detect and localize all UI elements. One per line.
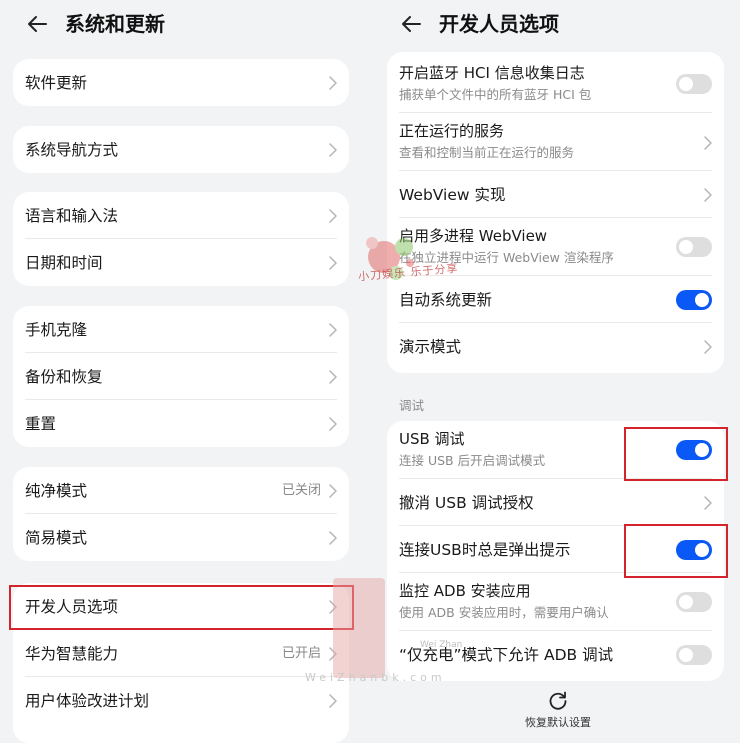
chevron-right-icon [329, 484, 337, 498]
settings-group-1: 软件更新 [13, 59, 349, 106]
developer-options-card: 开启蓝牙 HCI 信息收集日志 捕获单个文件中的所有蓝牙 HCI 包 正在运行的… [387, 52, 724, 373]
list-item-label: 备份和恢复 [25, 368, 103, 386]
settings-group-5: 纯净模式 已关闭 简易模式 [13, 467, 349, 561]
list-item-phone-clone[interactable]: 手机克隆 [13, 306, 349, 353]
list-item-navigation[interactable]: 系统导航方式 [13, 126, 349, 173]
multiprocess-webview-toggle[interactable] [676, 237, 712, 257]
status-value: 已开启 [281, 646, 321, 661]
list-item-label: 简易模式 [25, 529, 88, 547]
back-arrow-icon[interactable] [399, 12, 423, 36]
list-item-demo-mode[interactable]: 演示模式 [387, 323, 724, 370]
list-item-date-time[interactable]: 日期和时间 [13, 239, 349, 286]
settings-group-3: 语言和输入法 日期和时间 [13, 192, 349, 286]
toggle-knob [679, 77, 693, 91]
toggle-knob [679, 595, 693, 609]
list-item-label: 演示模式 [399, 338, 462, 356]
page-title: 系统和更新 [65, 12, 165, 36]
bt-hci-log-toggle[interactable] [676, 74, 712, 94]
list-item-label: 开启蓝牙 HCI 信息收集日志 [399, 64, 585, 82]
chevron-right-icon [704, 340, 712, 354]
list-item-bt-hci-log[interactable]: 开启蓝牙 HCI 信息收集日志 捕获单个文件中的所有蓝牙 HCI 包 [387, 55, 724, 113]
charge-only-adb-toggle[interactable] [676, 645, 712, 665]
list-item-usb-prompt[interactable]: 连接USB时总是弹出提示 [387, 526, 724, 573]
list-item-software-update[interactable]: 软件更新 [13, 59, 349, 106]
list-item-label: 华为智慧能力 [25, 645, 119, 663]
list-item-label: WebView 实现 [399, 186, 506, 204]
settings-group-6: 开发人员选项 华为智慧能力 已开启 用户体验改进计划 [13, 583, 349, 743]
usb-prompt-toggle[interactable] [676, 540, 712, 560]
chevron-right-icon [329, 531, 337, 545]
list-item-pure-mode[interactable]: 纯净模式 已关闭 [13, 467, 349, 514]
toggle-knob [695, 543, 709, 557]
list-item-label: 开发人员选项 [25, 598, 119, 616]
list-item-webview-impl[interactable]: WebView 实现 [387, 171, 724, 218]
refresh-icon [549, 691, 567, 710]
toggle-knob [679, 648, 693, 662]
header: 开发人员选项 [373, 0, 740, 48]
list-item-label: 用户体验改进计划 [25, 692, 150, 710]
list-item-subtitle: 查看和控制当前正在运行的服务 [399, 145, 575, 160]
chevron-right-icon [329, 417, 337, 431]
settings-group-4: 手机克隆 备份和恢复 重置 [13, 306, 349, 447]
chevron-right-icon [329, 209, 337, 223]
status-value: 已关闭 [281, 483, 321, 498]
usb-debugging-toggle[interactable] [676, 440, 712, 460]
developer-options-panel: 开发人员选项 开启蓝牙 HCI 信息收集日志 捕获单个文件中的所有蓝牙 HCI … [373, 0, 740, 729]
header: 系统和更新 [0, 0, 364, 48]
list-item-label: 语言和输入法 [25, 207, 119, 225]
settings-group-2: 系统导航方式 [13, 126, 349, 173]
chevron-right-icon [704, 496, 712, 510]
auto-system-update-toggle[interactable] [676, 290, 712, 310]
chevron-right-icon [704, 188, 712, 202]
list-item-ux-program[interactable]: 用户体验改进计划 [13, 677, 349, 724]
list-item-label: 软件更新 [25, 74, 88, 92]
watermark-seal [333, 578, 385, 678]
chevron-right-icon [329, 323, 337, 337]
list-item-backup[interactable]: 备份和恢复 [13, 353, 349, 400]
list-item-label: 监控 ADB 安装应用 [399, 582, 531, 600]
list-item-revoke-usb-auth[interactable]: 撤消 USB 调试授权 [387, 479, 724, 526]
list-item-label: 日期和时间 [25, 254, 103, 272]
list-item-label: 手机克隆 [25, 321, 88, 339]
list-item-label: 系统导航方式 [25, 141, 119, 159]
list-item-subtitle: 使用 ADB 安装应用时，需要用户确认 [399, 605, 609, 620]
adb-install-monitor-toggle[interactable] [676, 592, 712, 612]
list-item-label: 连接USB时总是弹出提示 [399, 541, 571, 559]
list-item-label: USB 调试 [399, 430, 465, 448]
toggle-knob [695, 443, 709, 457]
page-title: 开发人员选项 [439, 12, 559, 36]
chevron-right-icon [329, 76, 337, 90]
list-item-huawei-ai[interactable]: 华为智慧能力 已开启 [13, 630, 349, 677]
reset-defaults-button[interactable]: 恢复默认设置 [523, 689, 593, 731]
list-item-adb-install-monitor[interactable]: 监控 ADB 安装应用 使用 ADB 安装应用时，需要用户确认 [387, 573, 724, 631]
list-item-subtitle: 连接 USB 后开启调试模式 [399, 453, 546, 468]
chevron-right-icon [329, 370, 337, 384]
list-item-label: 正在运行的服务 [399, 122, 505, 140]
list-item-reset[interactable]: 重置 [13, 400, 349, 447]
list-item-label: 撤消 USB 调试授权 [399, 494, 534, 512]
toggle-knob [679, 240, 693, 254]
section-header-debug: 调试 [399, 398, 425, 413]
list-item-developer-options[interactable]: 开发人员选项 [13, 583, 349, 630]
chevron-right-icon [704, 135, 712, 150]
list-item-label: 重置 [25, 415, 57, 433]
list-item-usb-debugging[interactable]: USB 调试 连接 USB 后开启调试模式 [387, 421, 724, 479]
list-item-subtitle: 捕获单个文件中的所有蓝牙 HCI 包 [399, 87, 592, 102]
chevron-right-icon [329, 143, 337, 157]
watermark-site-text: WeiZhanbk.com [305, 671, 446, 684]
chevron-right-icon [329, 256, 337, 270]
list-item-simple-mode[interactable]: 简易模式 [13, 514, 349, 561]
list-item-language[interactable]: 语言和输入法 [13, 192, 349, 239]
chevron-right-icon [329, 694, 337, 708]
list-item-label: 纯净模式 [25, 482, 88, 500]
back-arrow-icon[interactable] [25, 12, 49, 36]
watermark-small-text: Wei Zhan [420, 640, 463, 650]
system-update-panel: 系统和更新 软件更新 系统导航方式 语言和输入法 日期和时间 手机克隆 备份和恢… [0, 0, 364, 743]
list-item-running-services[interactable]: 正在运行的服务 查看和控制当前正在运行的服务 [387, 113, 724, 171]
toggle-knob [695, 293, 709, 307]
